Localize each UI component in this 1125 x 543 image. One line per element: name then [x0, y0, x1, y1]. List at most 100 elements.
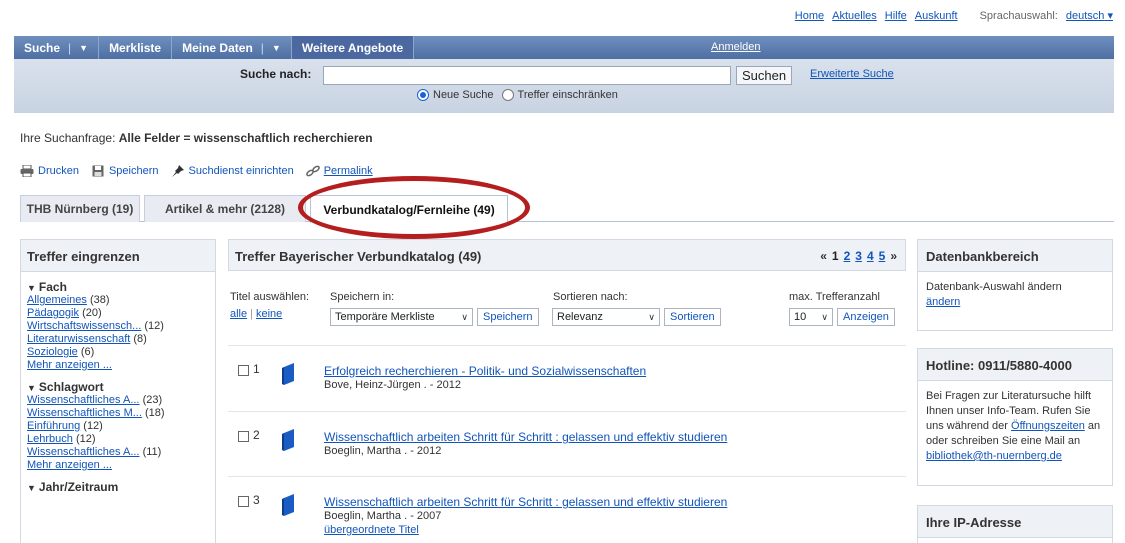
result-author: Boeglin, Martha . - 2012	[324, 445, 442, 457]
save-button[interactable]: Speichern	[477, 308, 539, 326]
facet-title[interactable]: ▼ Schlagwort	[27, 380, 209, 394]
printer-icon	[20, 165, 34, 177]
max-results-select[interactable]: 10 ∨	[789, 308, 833, 326]
result-author: Boeglin, Martha . - 2007	[324, 510, 442, 522]
sort-select[interactable]: Relevanz ∨	[552, 308, 660, 326]
book-icon	[282, 363, 294, 385]
hotline-text: Bei Fragen zur Literatursuche hilft Ihne…	[926, 390, 1101, 462]
result-title-link[interactable]: Wissenschaftlich arbeiten Schritt für Sc…	[324, 495, 727, 509]
facet-title[interactable]: ▼ Jahr/Zeitraum	[27, 480, 209, 494]
pager-page[interactable]: 5	[879, 249, 886, 263]
pager-next[interactable]: »	[890, 249, 897, 263]
triangle-down-icon: ▼	[27, 283, 36, 293]
facet-more: Mehr anzeigen ...	[27, 359, 112, 371]
hotline-title: Hotline: 0911/5880-4000	[918, 349, 1112, 381]
caret-down-icon[interactable]: ▼	[272, 43, 281, 53]
select-all-link[interactable]: alle	[230, 308, 247, 320]
catalog-tabs: THB Nürnberg (19) Artikel & mehr (2128) …	[20, 192, 1114, 223]
info-link[interactable]: Auskunft	[915, 10, 958, 22]
database-title: Datenbankbereich	[918, 240, 1112, 272]
pager-page[interactable]: 2	[844, 249, 851, 263]
result-number: 2	[253, 428, 260, 442]
save-action[interactable]: Speichern	[91, 165, 159, 177]
login-link[interactable]: Anmelden	[711, 41, 761, 53]
facet-item: Allgemeines (38)	[27, 294, 110, 306]
facet-item: Lehrbuch (12)	[27, 433, 96, 445]
pager-page[interactable]: 4	[867, 249, 874, 263]
result-checkbox[interactable]	[238, 496, 249, 507]
results-title: Treffer Bayerischer Verbundkatalog (49)	[235, 249, 482, 264]
sort-button[interactable]: Sortieren	[664, 308, 721, 326]
select-links: alle | keine	[230, 308, 283, 320]
radio-new-search[interactable]: Neue Suche	[417, 89, 494, 101]
language-select[interactable]: deutsch ▾	[1066, 9, 1113, 22]
language-label: Sprachauswahl:	[979, 9, 1058, 22]
result-number: 3	[253, 493, 260, 507]
facet-item: Wissenschaftliches A... (23)	[27, 394, 163, 406]
floppy-disk-icon	[92, 165, 104, 177]
help-link[interactable]: Hilfe	[885, 10, 907, 22]
facet-schlagwort: ▼ Schlagwort Wissenschaftliches A... (23)…	[21, 380, 215, 472]
chevron-down-icon: ▾	[1107, 10, 1113, 22]
results-header: Treffer Bayerischer Verbundkatalog (49) …	[228, 239, 906, 271]
pin-icon	[171, 165, 184, 177]
facet-item: Einführung (12)	[27, 420, 103, 432]
search-button[interactable]: Suchen	[736, 66, 793, 85]
triangle-down-icon: ▼	[27, 483, 36, 493]
result-row: 3 Wissenschaftlich arbeiten Schritt für …	[228, 476, 906, 540]
tab-articles[interactable]: Artikel & mehr (2128)	[144, 195, 306, 222]
news-link[interactable]: Aktuelles	[832, 10, 877, 22]
result-checkbox[interactable]	[238, 365, 249, 376]
parent-title-link[interactable]: übergeordnete Titel	[324, 524, 419, 536]
search-bar: Suche nach: Suchen Erweiterte Suche Neue…	[14, 59, 1114, 113]
nav-merkliste[interactable]: Merkliste	[99, 36, 173, 59]
search-mode: Neue Suche Treffer einschränken	[417, 89, 618, 101]
select-none-link[interactable]: keine	[256, 308, 282, 320]
save-target-select[interactable]: Temporäre Merkliste ∨	[330, 308, 473, 326]
tab-verbundkatalog[interactable]: Verbundkatalog/Fernleihe (49)	[310, 195, 508, 223]
query-text: Alle Felder = wissenschaftlich recherchi…	[118, 131, 373, 145]
print-action[interactable]: Drucken	[20, 165, 79, 177]
alert-action[interactable]: Suchdienst einrichten	[171, 165, 294, 177]
facet-item: Pädagogik (20)	[27, 307, 102, 319]
home-link[interactable]: Home	[795, 10, 824, 22]
facet-title[interactable]: ▼ Fach	[27, 280, 209, 294]
tab-thb[interactable]: THB Nürnberg (19)	[20, 195, 140, 222]
show-button[interactable]: Anzeigen	[837, 308, 895, 326]
facet-item: Soziologie (6)	[27, 346, 95, 358]
ip-title: Ihre IP-Adresse	[918, 506, 1112, 538]
facet-jahr: ▼ Jahr/Zeitraum	[21, 480, 215, 494]
book-icon	[282, 494, 294, 516]
search-input[interactable]	[323, 66, 731, 85]
nav-meine-daten[interactable]: Meine Daten | ▼	[172, 36, 292, 59]
advanced-search-link[interactable]: Erweiterte Suche	[810, 68, 894, 80]
save-label: Speichern in:	[330, 291, 395, 303]
caret-down-icon[interactable]: ▼	[79, 43, 88, 53]
result-controls: Titel auswählen: alle | keine Speichern in…	[228, 291, 906, 331]
result-checkbox[interactable]	[238, 431, 249, 442]
book-icon	[282, 429, 294, 451]
chevron-down-icon: ∨	[821, 311, 828, 322]
nav-search[interactable]: Suche | ▼	[14, 36, 100, 59]
opening-hours-link[interactable]: Öffnungszeiten	[1011, 420, 1085, 432]
pager-page[interactable]: 3	[855, 249, 862, 263]
radio-restrict[interactable]: Treffer einschränken	[501, 89, 618, 101]
database-box: Datenbankbereich Datenbank-Auswahl änder…	[917, 239, 1113, 331]
permalink-action[interactable]: Permalink	[305, 165, 373, 177]
database-change-link[interactable]: ändern	[926, 296, 960, 308]
result-title-link[interactable]: Wissenschaftlich arbeiten Schritt für Sc…	[324, 430, 727, 444]
triangle-down-icon: ▼	[27, 383, 36, 393]
email-link[interactable]: bibliothek@th-nuernberg.de	[926, 450, 1062, 462]
top-links: Home Aktuelles Hilfe Auskunft Sprachausw…	[795, 9, 1113, 23]
result-title-link[interactable]: Erfolgreich recherchieren - Politik- und…	[324, 364, 646, 378]
pager-page: 1	[831, 249, 839, 263]
facet-more: Mehr anzeigen ...	[27, 459, 112, 471]
query-prefix: Ihre Suchanfrage:	[20, 131, 116, 145]
pager-prev[interactable]: «	[820, 249, 827, 263]
main-nav: Suche | ▼ Merkliste Meine Daten | ▼ Weitere …	[14, 36, 1114, 59]
pagination: « 1 2 3 4 5 »	[820, 249, 897, 263]
facet-fach: ▼ Fach Allgemeines (38) Pädagogik (20) Wi…	[21, 280, 215, 372]
results-panel: Treffer Bayerischer Verbundkatalog (49) …	[228, 239, 906, 543]
facet-panel: Treffer eingrenzen ▼ Fach Allgemeines (38…	[20, 239, 216, 543]
nav-weitere-angebote[interactable]: Weitere Angebote	[291, 36, 415, 59]
